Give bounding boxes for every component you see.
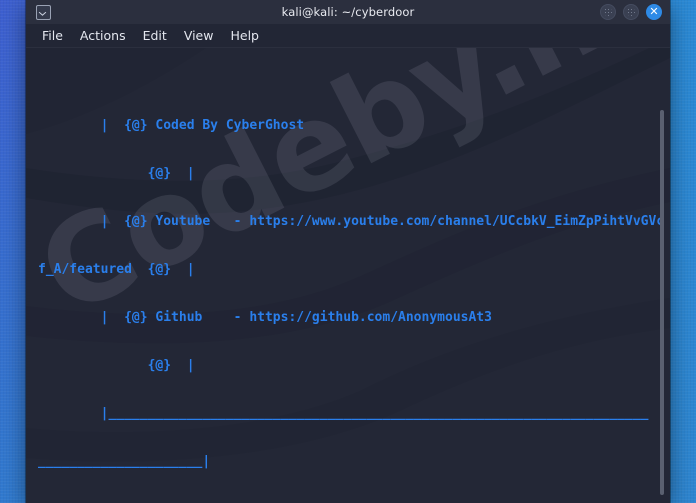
banner-line: _____________________|: [38, 454, 211, 469]
menubar: File Actions Edit View Help: [26, 24, 670, 48]
terminal-screen: | {@} Coded By CyberGhost {@} | | {@} Yo…: [26, 48, 670, 503]
menu-item-view[interactable]: View: [184, 28, 214, 43]
maximize-button[interactable]: [623, 4, 639, 20]
terminal-window: kali@kali: ~/cyberdoor ✕ File Actions Ed…: [26, 0, 670, 503]
window-titlebar[interactable]: kali@kali: ~/cyberdoor ✕: [26, 0, 670, 24]
minimize-icon: [604, 8, 612, 16]
banner-line: | {@} Youtube - https://www.youtube.com/…: [38, 214, 665, 229]
minimize-button[interactable]: [600, 4, 616, 20]
window-title: kali@kali: ~/cyberdoor: [281, 5, 415, 19]
close-button[interactable]: ✕: [646, 4, 662, 20]
menu-item-edit[interactable]: Edit: [143, 28, 167, 43]
menu-item-file[interactable]: File: [42, 28, 63, 43]
terminal-icon: [36, 4, 51, 20]
banner-line: {@} |: [38, 166, 195, 181]
banner-line: | {@} Coded By CyberGhost: [38, 118, 305, 133]
banner-line: {@} |: [38, 358, 195, 373]
scrollbar[interactable]: [658, 48, 666, 503]
menu-item-help[interactable]: Help: [230, 28, 259, 43]
menu-item-actions[interactable]: Actions: [80, 28, 126, 43]
terminal-body[interactable]: Codeby.net | {@} Coded By CyberGhost {@}…: [26, 48, 670, 503]
banner-line: | {@} Github - https://github.com/Anonym…: [38, 310, 492, 325]
window-buttons: ✕: [600, 0, 662, 24]
scrollbar-thumb[interactable]: [660, 110, 664, 495]
maximize-icon: [627, 8, 635, 16]
banner-line: |_______________________________________…: [38, 406, 649, 421]
banner-line: f_A/featured {@} |: [38, 262, 195, 277]
